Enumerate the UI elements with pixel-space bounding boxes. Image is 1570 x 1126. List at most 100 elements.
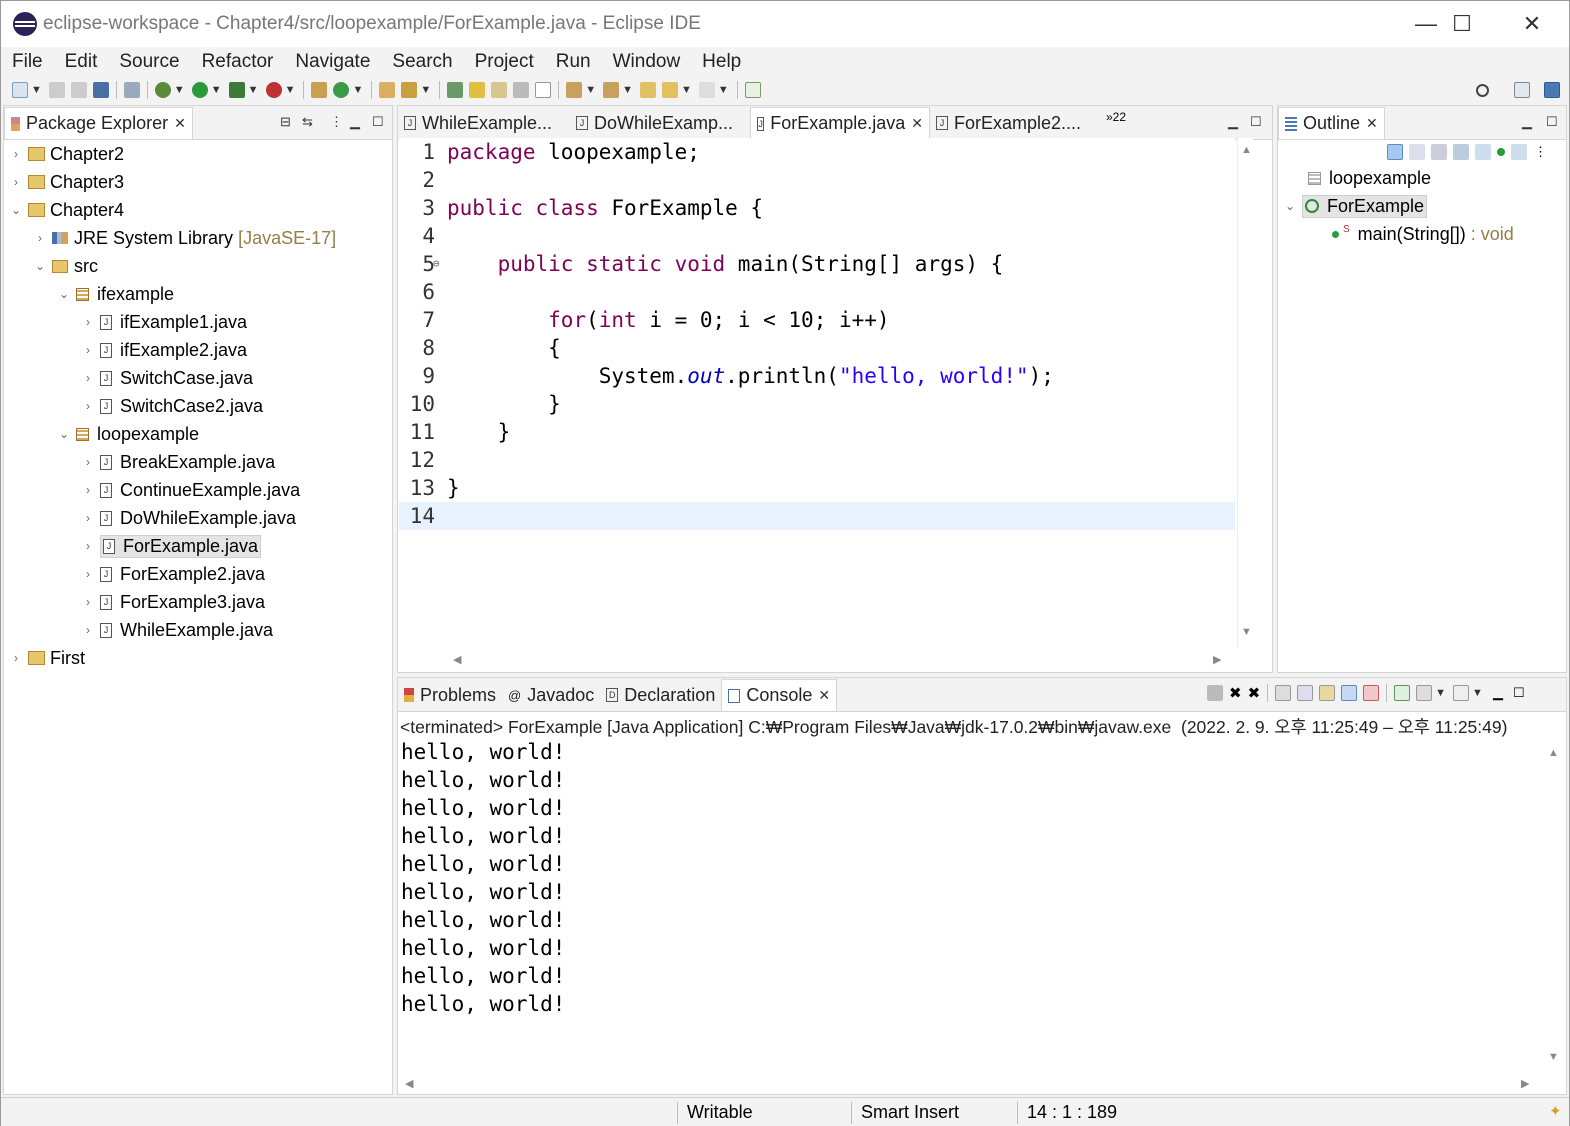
- maximize-view-icon[interactable]: ☐: [1513, 685, 1525, 701]
- coverage-icon[interactable]: [228, 82, 245, 98]
- code-line[interactable]: 2: [399, 166, 1235, 194]
- chevron-down-icon[interactable]: ⌄: [34, 259, 46, 273]
- tip-lightbulb-icon[interactable]: ✦: [1549, 1102, 1562, 1120]
- editor-horizontal-scrollbar[interactable]: ◀ ▶: [445, 649, 1235, 669]
- show-stderr-icon[interactable]: [1363, 685, 1380, 701]
- code-line[interactable]: 7 for(int i = 0; i < 10; i++): [399, 306, 1235, 334]
- coverage-dropdown-icon[interactable]: ▼: [248, 84, 259, 96]
- outline-item-class[interactable]: ⌄ ForExample: [1284, 192, 1428, 220]
- status-insert-mode[interactable]: Smart Insert: [861, 1102, 959, 1123]
- chevron-right-icon[interactable]: ›: [82, 567, 94, 581]
- tree-item-file[interactable]: › J WhileExample.java: [82, 616, 273, 644]
- scroll-left-icon[interactable]: ◀: [453, 653, 461, 666]
- link-with-editor-icon[interactable]: ⇆: [302, 114, 313, 130]
- open-console-dropdown-icon[interactable]: ▼: [1472, 687, 1483, 699]
- tree-item-chapter4[interactable]: ⌄ Chapter4: [10, 196, 124, 224]
- menu-source[interactable]: Source: [108, 51, 190, 73]
- code-line[interactable]: 6: [399, 278, 1235, 306]
- tree-item-file[interactable]: › J ForExample2.java: [82, 560, 265, 588]
- chevron-right-icon[interactable]: ›: [10, 175, 22, 189]
- chevron-right-icon[interactable]: ›: [82, 483, 94, 497]
- hide-nonpublic-icon[interactable]: [1497, 148, 1505, 156]
- hide-static-icon[interactable]: [1475, 144, 1491, 160]
- new-icon[interactable]: [12, 82, 28, 98]
- tab-javadoc[interactable]: @ Javadoc: [502, 679, 600, 711]
- collapse-all-icon[interactable]: ⊟: [280, 114, 291, 130]
- tree-item-file[interactable]: › JifExample2.java: [82, 336, 247, 364]
- view-menu-icon[interactable]: ⋮: [1534, 144, 1547, 160]
- scroll-left-icon[interactable]: ◀: [405, 1077, 413, 1090]
- minimize-view-icon[interactable]: ▁: [350, 114, 360, 130]
- menu-project[interactable]: Project: [464, 51, 545, 73]
- scroll-lock-icon[interactable]: [1297, 685, 1314, 701]
- view-menu-icon[interactable]: ⋮: [330, 114, 343, 130]
- tree-item-chapter3[interactable]: › Chapter3: [10, 168, 124, 196]
- tree-item-file[interactable]: › JifExample1.java: [82, 308, 247, 336]
- sort-alpha-icon[interactable]: [1431, 144, 1447, 160]
- minimize-view-icon[interactable]: ▁: [1493, 685, 1503, 701]
- code-line[interactable]: 8 {: [399, 334, 1235, 362]
- chevron-right-icon[interactable]: ›: [10, 147, 22, 161]
- collapse-all-icon[interactable]: [1409, 144, 1425, 160]
- mark-occurrences-icon[interactable]: [469, 82, 486, 98]
- external-tools-dropdown-icon[interactable]: ▼: [285, 84, 296, 96]
- menu-run[interactable]: Run: [545, 51, 602, 73]
- code-line[interactable]: 5 public static void main(String[] args)…: [399, 250, 1235, 278]
- chevron-right-icon[interactable]: ›: [82, 315, 94, 329]
- scroll-up-icon[interactable]: ▲: [1548, 747, 1559, 759]
- scroll-up-icon[interactable]: ▲: [1241, 144, 1252, 156]
- menu-help[interactable]: Help: [691, 51, 752, 73]
- tab-for-example[interactable]: J ForExample.java ✕: [750, 107, 930, 139]
- open-console-icon[interactable]: [1453, 685, 1470, 701]
- debug-icon[interactable]: [154, 82, 171, 98]
- chevron-right-icon[interactable]: ›: [82, 623, 94, 637]
- remove-all-launches-icon[interactable]: ✖: [1248, 684, 1261, 702]
- search-tool-icon[interactable]: [401, 82, 418, 98]
- skip-breakpoints-icon[interactable]: [123, 82, 140, 98]
- close-tab-icon[interactable]: ✕: [174, 115, 186, 132]
- chevron-right-icon[interactable]: ›: [82, 539, 94, 553]
- menu-window[interactable]: Window: [602, 51, 692, 73]
- code-line[interactable]: 4: [399, 222, 1235, 250]
- code-line[interactable]: 11 }: [399, 418, 1235, 446]
- prev-annotation-dropdown-icon[interactable]: ▼: [622, 84, 633, 96]
- remove-launch-icon[interactable]: ✖: [1229, 684, 1242, 702]
- chevron-down-icon[interactable]: ⌄: [10, 203, 22, 217]
- chevron-down-icon[interactable]: ⌄: [58, 427, 70, 441]
- forward-icon[interactable]: [698, 82, 715, 98]
- scroll-right-icon[interactable]: ▶: [1521, 1077, 1529, 1090]
- tree-item-file[interactable]: › J BreakExample.java: [82, 448, 275, 476]
- tab-declaration[interactable]: D Declaration: [600, 679, 721, 711]
- next-annotation-icon[interactable]: [566, 82, 583, 98]
- tree-item-chapter2[interactable]: › Chapter2: [10, 140, 124, 168]
- code-line[interactable]: 1 package loopexample;: [399, 138, 1235, 166]
- word-wrap-icon[interactable]: [1319, 685, 1336, 701]
- sort-icon[interactable]: [1387, 144, 1403, 160]
- minimize-view-icon[interactable]: ▁: [1522, 114, 1532, 130]
- back-icon[interactable]: [662, 82, 679, 98]
- new-dropdown-icon[interactable]: ▼: [31, 84, 42, 96]
- chevron-right-icon[interactable]: ›: [82, 455, 94, 469]
- maximize-view-icon[interactable]: ☐: [1250, 114, 1262, 130]
- tree-item-ifexample[interactable]: ⌄ ifexample: [58, 280, 174, 308]
- tree-item-file[interactable]: › J SwitchCase2.java: [82, 392, 263, 420]
- chevron-right-icon[interactable]: ›: [82, 343, 94, 357]
- code-line[interactable]: 13}: [399, 474, 1235, 502]
- tree-item-jre[interactable]: › JRE System Library [JavaSE-17]: [34, 224, 336, 252]
- chevron-right-icon[interactable]: ›: [34, 231, 46, 245]
- show-stdout-icon[interactable]: [1341, 685, 1358, 701]
- chevron-right-icon[interactable]: ›: [82, 511, 94, 525]
- debug-dropdown-icon[interactable]: ▼: [174, 84, 185, 96]
- new-class-icon[interactable]: [333, 82, 350, 98]
- display-console-dropdown-icon[interactable]: ▼: [1435, 687, 1446, 699]
- last-edit-icon[interactable]: [640, 82, 657, 98]
- fold-icon[interactable]: ⊖: [433, 250, 440, 278]
- code-line[interactable]: 10 }: [399, 390, 1235, 418]
- outline-item-method[interactable]: Smain(String[]) : void: [1332, 220, 1514, 248]
- external-tools-icon[interactable]: [265, 82, 282, 98]
- tab-while-example[interactable]: J WhileExample...: [398, 107, 570, 139]
- outline-item-package[interactable]: loopexample: [1308, 164, 1431, 192]
- prev-annotation-icon[interactable]: [603, 82, 620, 98]
- tree-item-file[interactable]: › J ContinueExample.java: [82, 476, 300, 504]
- tab-dowhile-example[interactable]: J DoWhileExamp...: [570, 107, 750, 139]
